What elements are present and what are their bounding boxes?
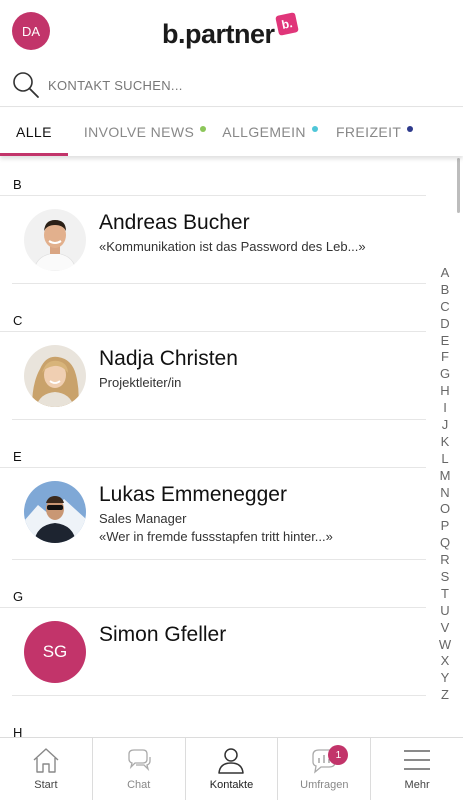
- alpha-index-letter[interactable]: V: [441, 619, 450, 636]
- tab-allgemein[interactable]: ALLGEMEIN: [206, 108, 318, 156]
- contact-name: Lukas Emmenegger: [99, 483, 287, 506]
- tab-involve-news[interactable]: INVOLVE NEWS: [68, 108, 207, 156]
- section-g: G SG Simon Gfeller: [0, 572, 463, 696]
- nav-label: Kontakte: [209, 779, 254, 791]
- alpha-index-letter[interactable]: W: [439, 636, 451, 653]
- category-dot-icon: [407, 126, 414, 132]
- contact-row-lukas-emmenegger[interactable]: Lukas Emmenegger Sales Manager «Wer in f…: [12, 468, 426, 560]
- section-header: E: [0, 432, 426, 468]
- contact-photo: [24, 209, 86, 271]
- nav-umfragen[interactable]: 1 Umfragen: [278, 738, 372, 800]
- nav-label: Mehr: [404, 779, 430, 791]
- tab-label: INVOLVE NEWS: [83, 124, 195, 140]
- contact-row-simon-gfeller[interactable]: SG Simon Gfeller: [12, 608, 426, 696]
- contact-quote: «Kommunikation ist das Password des Leb.…: [99, 239, 366, 254]
- contact-name: Simon Gfeller: [99, 623, 227, 646]
- nav-label: Umfragen: [300, 779, 349, 791]
- tab-label: ALLGEMEIN: [222, 124, 306, 140]
- chat-icon: [128, 749, 151, 772]
- alpha-index-letter[interactable]: R: [440, 551, 449, 568]
- alpha-index-letter[interactable]: P: [441, 517, 450, 534]
- alpha-index-letter[interactable]: O: [440, 500, 450, 517]
- tab-label: FREIZEIT: [335, 124, 402, 140]
- alpha-index-letter[interactable]: B: [441, 281, 450, 298]
- menu-icon: [404, 750, 431, 770]
- alpha-index-letter[interactable]: T: [441, 585, 449, 602]
- alpha-index-letter[interactable]: H: [440, 382, 449, 399]
- nav-kontakte[interactable]: Kontakte: [186, 738, 279, 800]
- list-scrollbar[interactable]: [457, 158, 460, 213]
- section-header: C: [0, 296, 426, 332]
- search-icon[interactable]: [12, 71, 40, 99]
- alpha-index-letter[interactable]: K: [441, 433, 450, 450]
- contact-photo: [24, 345, 86, 407]
- notification-badge: 1: [328, 745, 349, 765]
- section-h: H: [0, 708, 463, 737]
- alpha-index-letter[interactable]: J: [442, 416, 449, 433]
- alpha-index-letter[interactable]: Y: [441, 669, 450, 686]
- contact-search-bar: [0, 63, 463, 107]
- tab-freizeit[interactable]: FREIZEIT: [318, 108, 414, 156]
- nav-label: Start: [34, 779, 58, 791]
- alpha-index-letter[interactable]: E: [441, 332, 450, 349]
- tab-label: ALLE: [16, 124, 52, 140]
- alpha-index-letter[interactable]: C: [440, 298, 449, 315]
- alpha-index-letter[interactable]: S: [441, 568, 450, 585]
- contact-quote: «Wer in fremde fussstapfen tritt hinter.…: [99, 529, 333, 544]
- section-c: C Nadja Christen Projektleiter/in: [0, 296, 463, 420]
- alpha-index-letter[interactable]: X: [441, 652, 450, 669]
- alpha-index-letter[interactable]: L: [441, 450, 448, 467]
- tab-alle[interactable]: ALLE: [0, 108, 68, 156]
- search-input[interactable]: [48, 73, 448, 97]
- alpha-index-letter[interactable]: N: [440, 484, 449, 501]
- contact-list[interactable]: B Andreas Bucher «Kommunikation ist das …: [0, 160, 463, 737]
- contact-name: Andreas Bucher: [99, 211, 250, 234]
- contact-photo: [24, 481, 86, 543]
- section-b: B Andreas Bucher «Kommunikation ist das …: [0, 160, 463, 284]
- section-header: H: [0, 708, 426, 737]
- alphabet-index[interactable]: A B C D E F G H I J K L M N O P Q R S T …: [434, 264, 456, 703]
- contact-role: Projektleiter/in: [99, 375, 182, 390]
- alpha-index-letter[interactable]: U: [440, 602, 449, 619]
- section-header: G: [0, 572, 426, 608]
- nav-start[interactable]: Start: [0, 738, 93, 800]
- user-avatar[interactable]: DA: [12, 12, 50, 50]
- alpha-index-letter[interactable]: Z: [441, 686, 449, 703]
- section-e: E Lukas Emmenegger Sales Manager «Wer in…: [0, 432, 463, 560]
- app-header: DA b.partner b.: [0, 0, 463, 62]
- alpha-index-letter[interactable]: M: [440, 467, 451, 484]
- alpha-index-letter[interactable]: G: [440, 365, 450, 382]
- contact-row-nadja-christen[interactable]: Nadja Christen Projektleiter/in: [12, 332, 426, 420]
- contact-role: Sales Manager: [99, 511, 187, 526]
- nav-chat[interactable]: Chat: [93, 738, 186, 800]
- alpha-index-letter[interactable]: F: [441, 348, 449, 365]
- person-icon: [218, 748, 245, 774]
- contact-initials-avatar: SG: [24, 621, 86, 683]
- alpha-index-letter[interactable]: I: [443, 399, 447, 416]
- alpha-index-letter[interactable]: Q: [440, 534, 450, 551]
- logo-badge: b.: [274, 12, 299, 36]
- alpha-index-letter[interactable]: A: [441, 264, 450, 281]
- logo-text: b.partner: [162, 19, 275, 49]
- bottom-navigation: Start Chat Kontakte 1 Umfragen Mehr: [0, 737, 463, 800]
- alpha-index-letter[interactable]: D: [440, 315, 449, 332]
- app-logo: b.partner b.: [162, 12, 299, 49]
- nav-mehr[interactable]: Mehr: [371, 738, 463, 800]
- contact-name: Nadja Christen: [99, 347, 238, 370]
- contact-row-andreas-bucher[interactable]: Andreas Bucher «Kommunikation ist das Pa…: [12, 196, 426, 284]
- category-tabs: ALLE INVOLVE NEWS ALLGEMEIN FREIZEIT: [0, 108, 463, 156]
- home-icon: [33, 748, 59, 773]
- nav-label: Chat: [127, 779, 151, 791]
- section-header: B: [0, 160, 426, 196]
